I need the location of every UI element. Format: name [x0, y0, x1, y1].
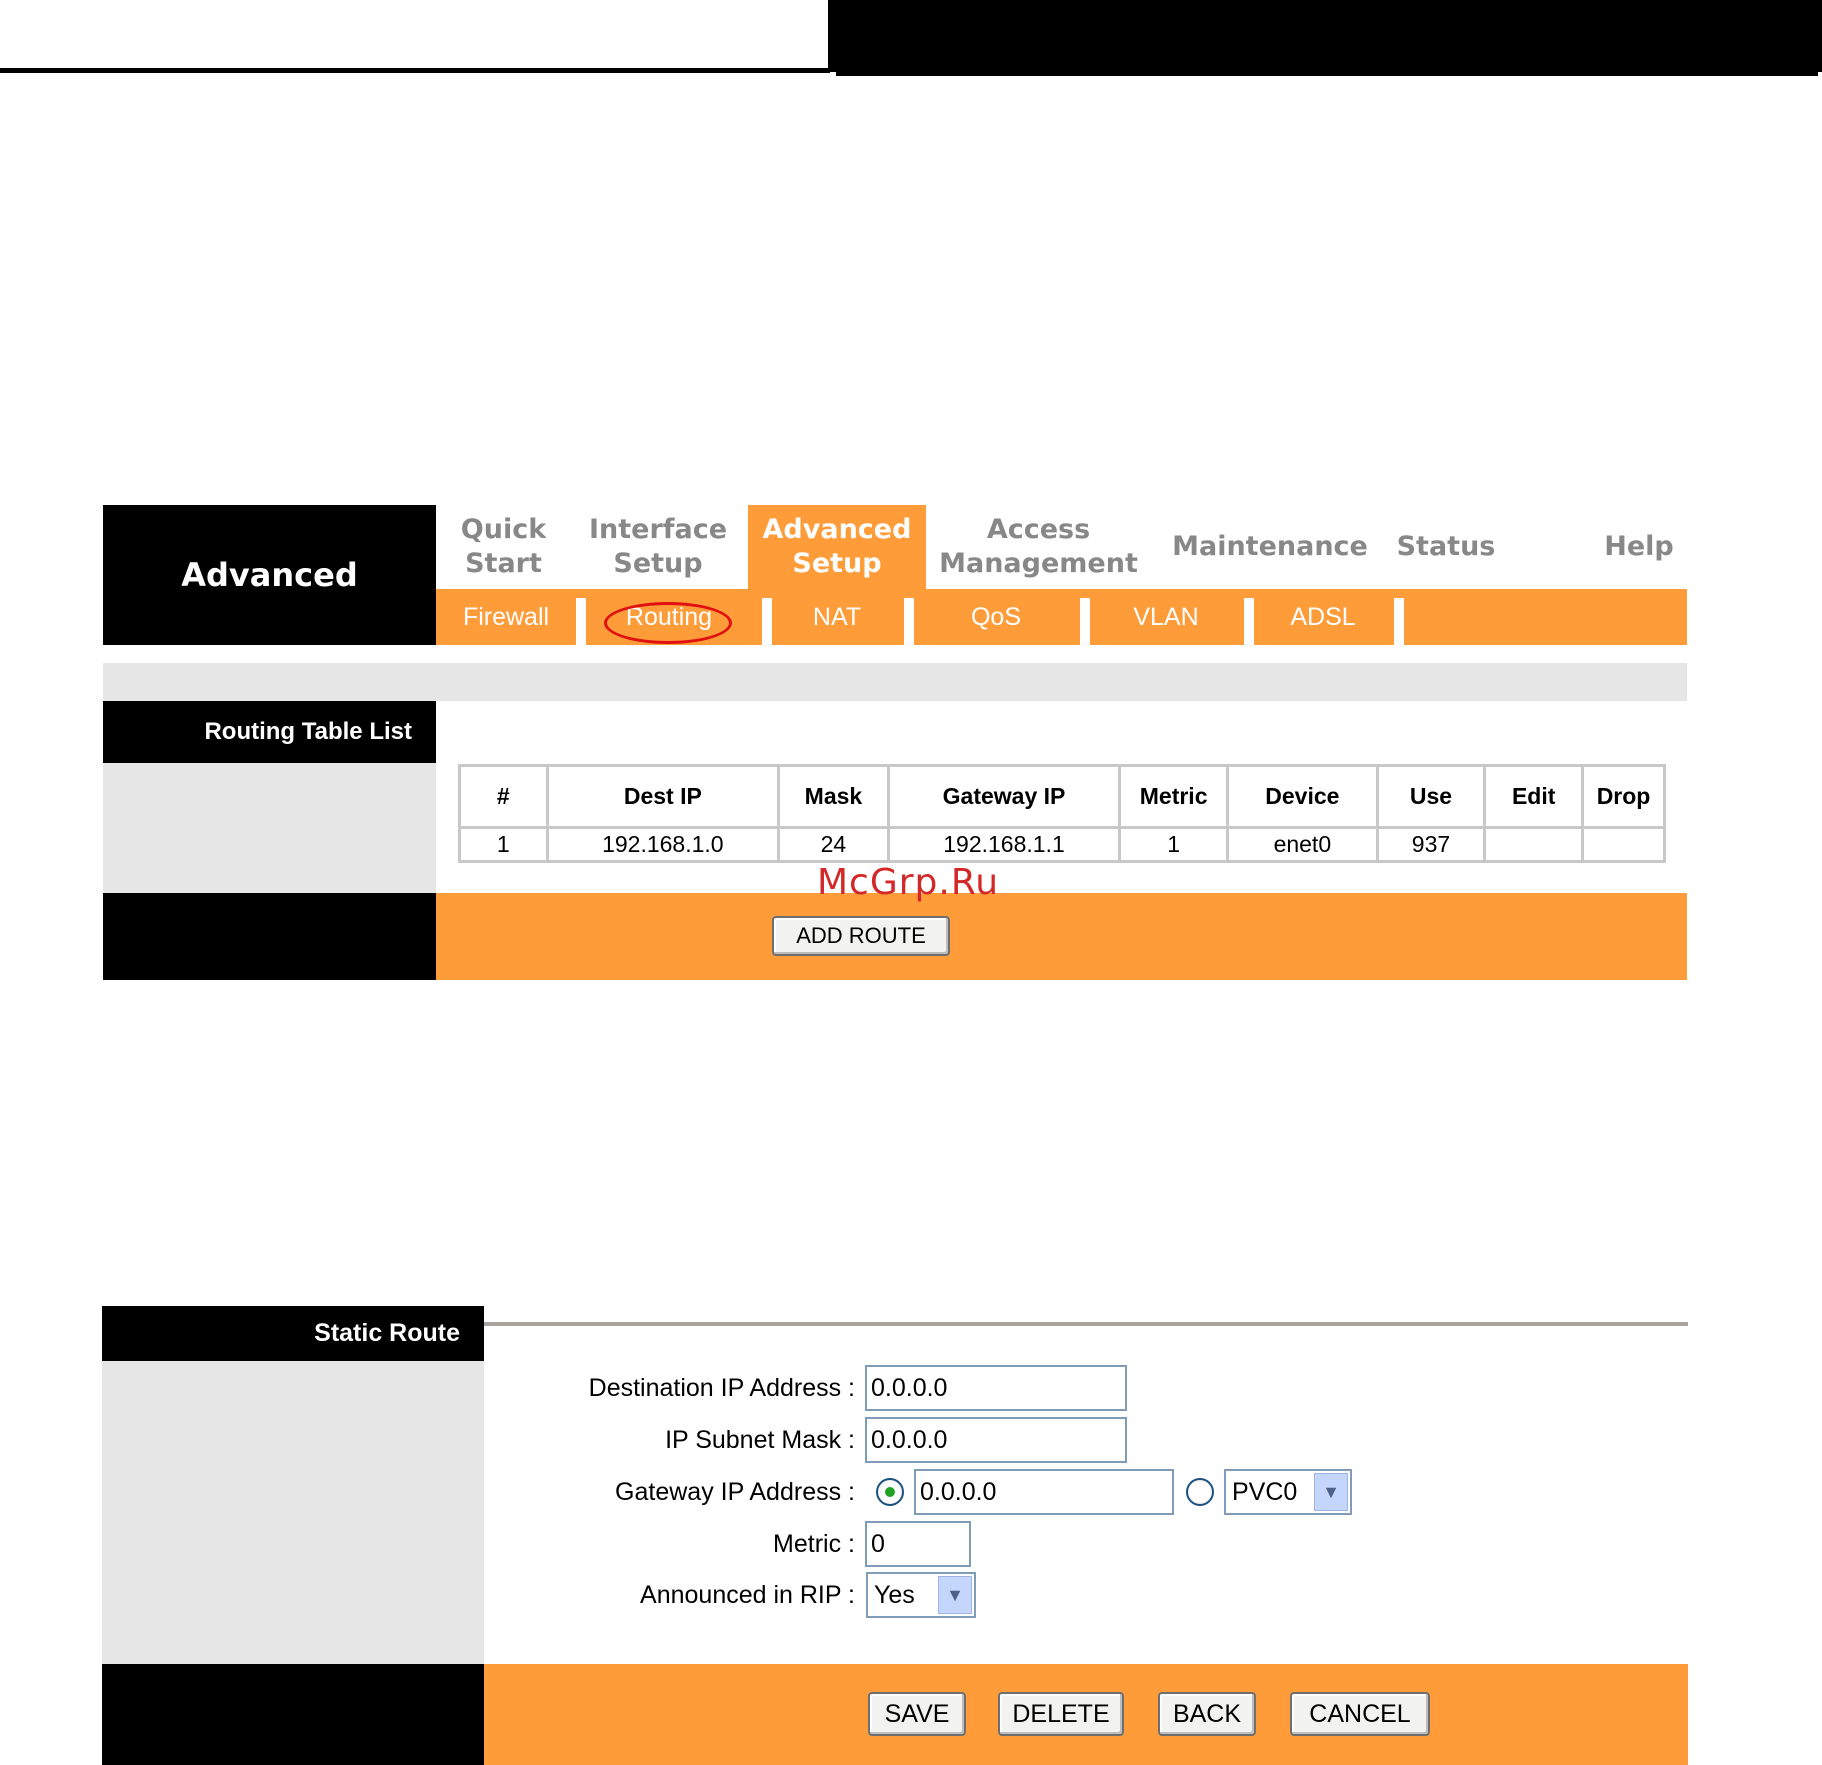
subnav-separator — [1080, 598, 1090, 645]
nav-interface-setup[interactable]: Interface Setup — [578, 505, 738, 589]
add-route-button[interactable]: ADD ROUTE — [772, 916, 950, 956]
gateway-ip-radio[interactable] — [876, 1478, 904, 1506]
dest-ip-input[interactable] — [865, 1365, 1127, 1411]
cell-metric: 1 — [1118, 826, 1230, 863]
table-row: 1 192.168.1.0 24 192.168.1.1 1 enet0 937 — [458, 826, 1666, 863]
table-header-row: # Dest IP Mask Gateway IP Metric Device … — [458, 764, 1666, 829]
col-gateway-ip: Gateway IP — [886, 764, 1122, 829]
nav-maintenance[interactable]: Maintenance — [1160, 505, 1380, 589]
subnav-qos[interactable]: QoS — [914, 589, 1078, 645]
delete-button[interactable]: DELETE — [998, 1692, 1124, 1736]
col-metric: Metric — [1118, 764, 1230, 829]
chevron-down-icon[interactable]: ▼ — [938, 1576, 972, 1614]
metric-label: Metric : — [773, 1529, 855, 1558]
col-use: Use — [1375, 764, 1487, 829]
rip-label: Announced in RIP : — [640, 1580, 855, 1609]
static-route-title: Static Route — [102, 1306, 484, 1361]
subnav-separator — [576, 598, 586, 645]
gateway-ip-input[interactable] — [914, 1469, 1174, 1515]
gateway-pvc-radio[interactable] — [1186, 1478, 1214, 1506]
header-rule — [0, 68, 830, 73]
col-device: Device — [1226, 764, 1379, 829]
cell-dest-ip: 192.168.1.0 — [545, 826, 781, 863]
dest-ip-label: Destination IP Address : — [588, 1373, 855, 1402]
col-drop: Drop — [1581, 764, 1666, 829]
col-mask: Mask — [777, 764, 890, 829]
nav-status[interactable]: Status — [1390, 505, 1502, 589]
subnav-vlan[interactable]: VLAN — [1090, 589, 1242, 645]
subnav-separator — [904, 598, 914, 645]
routing-footer-bar — [436, 893, 1687, 980]
subnav-nat[interactable]: NAT — [772, 589, 902, 645]
routing-table-side-panel — [103, 763, 436, 893]
section-brand: Advanced — [103, 505, 436, 645]
cell-drop[interactable] — [1581, 826, 1666, 863]
cancel-button[interactable]: CANCEL — [1290, 1692, 1430, 1736]
subnav-adsl[interactable]: ADSL — [1254, 589, 1392, 645]
routing-highlight-circle — [604, 602, 732, 644]
cell-mask: 24 — [777, 826, 890, 863]
nav-help[interactable]: Help — [1590, 505, 1688, 589]
col-dest-ip: Dest IP — [545, 764, 781, 829]
cell-use: 937 — [1375, 826, 1487, 863]
pvc-select-value: PVC0 — [1232, 1477, 1298, 1506]
nav-quick-start[interactable]: Quick Start — [436, 505, 571, 589]
subnet-mask-label: IP Subnet Mask : — [665, 1425, 855, 1454]
col-index: # — [458, 764, 549, 829]
routing-footer-black — [103, 893, 436, 980]
cell-index: 1 — [458, 826, 549, 863]
nav-access-management[interactable]: Access Management — [936, 505, 1141, 589]
gateway-ip-label: Gateway IP Address : — [615, 1477, 855, 1506]
nav-advanced-setup[interactable]: Advanced Setup — [748, 505, 926, 589]
rip-select[interactable]: Yes ▼ — [866, 1572, 976, 1618]
watermark-text: McGrp.Ru — [817, 862, 1000, 903]
metric-input[interactable] — [865, 1521, 971, 1567]
static-route-footer-black — [102, 1664, 484, 1765]
routing-table: # Dest IP Mask Gateway IP Metric Device … — [458, 764, 1666, 863]
cell-gateway-ip: 192.168.1.1 — [886, 826, 1122, 863]
static-route-divider — [484, 1322, 1688, 1326]
cell-edit[interactable] — [1483, 826, 1585, 863]
spacer-strip — [103, 663, 1687, 701]
back-button[interactable]: BACK — [1158, 1692, 1256, 1736]
save-button[interactable]: SAVE — [868, 1692, 966, 1736]
cell-device: enet0 — [1226, 826, 1379, 863]
subnet-mask-input[interactable] — [865, 1417, 1127, 1463]
rip-select-value: Yes — [874, 1580, 915, 1609]
subnav-separator — [1244, 598, 1254, 645]
subnav-separator — [1394, 598, 1404, 645]
chevron-down-icon[interactable]: ▼ — [1314, 1473, 1348, 1511]
header-black-bar — [828, 0, 1822, 72]
header-black-underline — [836, 72, 1818, 76]
col-edit: Edit — [1483, 764, 1585, 829]
pvc-select[interactable]: PVC0 ▼ — [1224, 1469, 1352, 1515]
subnav-firewall[interactable]: Firewall — [436, 589, 576, 645]
routing-table-title: Routing Table List — [103, 701, 436, 763]
subnav-separator — [762, 598, 772, 645]
